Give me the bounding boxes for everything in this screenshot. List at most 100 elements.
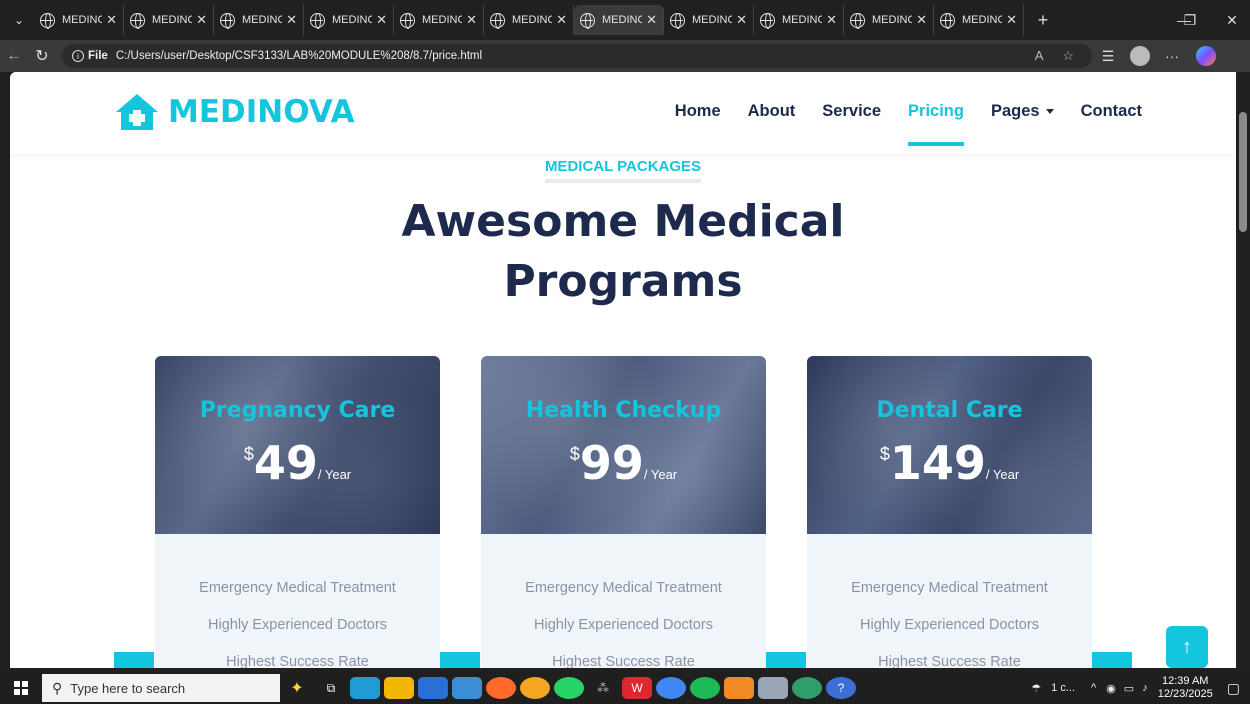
nav-link-service[interactable]: Service	[822, 102, 881, 146]
site-info-icon[interactable]: i	[72, 50, 84, 62]
browser-tab[interactable]: MEDINOVA✕	[754, 5, 844, 35]
card-title: Pregnancy Care	[199, 398, 396, 423]
browser-tab[interactable]: MEDINOVA✕	[934, 5, 1024, 35]
new-tab-button[interactable]: +	[1030, 10, 1056, 31]
close-window-button[interactable]: ✕	[1212, 0, 1250, 40]
help-icon[interactable]: ?	[826, 677, 856, 699]
globe-icon	[40, 12, 55, 29]
back-button[interactable]: ←	[0, 47, 28, 65]
back-to-top-button[interactable]: ↑	[1166, 626, 1208, 668]
section-eyebrow: MEDICAL PACKAGES	[10, 158, 1236, 183]
nav-link-contact[interactable]: Contact	[1081, 102, 1142, 146]
wps-office-icon[interactable]: W	[622, 677, 652, 699]
clock-time: 12:39 AM	[1161, 675, 1209, 687]
close-tab-icon[interactable]: ✕	[196, 12, 207, 28]
read-aloud-favorite-icons[interactable]: A ☆	[1035, 48, 1082, 64]
card-price: $149/ Year	[807, 436, 1092, 490]
close-tab-icon[interactable]: ✕	[106, 12, 117, 28]
spotify-icon[interactable]	[690, 677, 720, 699]
price-currency: $	[243, 444, 254, 464]
search-icon: ⚲	[52, 679, 63, 696]
close-tab-icon[interactable]: ✕	[286, 12, 297, 28]
firefox-icon[interactable]	[486, 677, 516, 699]
store-icon[interactable]	[418, 677, 448, 699]
nav-link-home[interactable]: Home	[675, 102, 721, 146]
card-features: Emergency Medical Treatment Highly Experi…	[481, 534, 766, 668]
windows-logo-icon	[14, 681, 28, 695]
nav-link-pages[interactable]: Pages	[991, 102, 1054, 146]
browser-tab[interactable]: MEDINOVA✕	[394, 5, 484, 35]
mail-icon[interactable]	[452, 677, 482, 699]
nav-link-about[interactable]: About	[748, 102, 796, 146]
volume-icon[interactable]: ♪	[1142, 682, 1148, 694]
weather-icon[interactable]: ☂	[1031, 682, 1041, 695]
tab-strip: ⌄ MEDINOVA✕MEDINOVA✕MEDINOVA✕MEDINOVA✕ME…	[0, 0, 1250, 40]
favorites-icon[interactable]: ☰	[1092, 48, 1124, 65]
restore-icon[interactable]: ❐	[1170, 0, 1210, 40]
app-icon-3[interactable]	[758, 677, 788, 699]
start-button[interactable]	[0, 681, 42, 695]
edge-profile-icon[interactable]	[792, 677, 822, 699]
more-menu-icon[interactable]: ···	[1156, 48, 1188, 64]
chrome-profile-icon[interactable]	[656, 677, 686, 699]
nav-link-pricing[interactable]: Pricing	[908, 102, 964, 146]
edge-icon[interactable]	[350, 677, 380, 699]
refresh-button[interactable]: ↻	[28, 46, 56, 66]
close-tab-icon[interactable]: ✕	[736, 12, 747, 28]
card-button-edge	[440, 652, 480, 668]
app-icon[interactable]: ⁂	[588, 677, 618, 699]
price-amount: 49	[253, 436, 318, 490]
task-view-icon[interactable]: ⧉	[316, 677, 346, 699]
battery-icon[interactable]: ▭	[1124, 682, 1134, 695]
browser-tab[interactable]: MEDINOVA✕	[484, 5, 574, 35]
address-scheme: File	[88, 50, 108, 62]
tab-title: MEDINOVA	[512, 14, 553, 26]
price-amount: 99	[579, 436, 644, 490]
close-tab-icon[interactable]: ✕	[1006, 12, 1017, 28]
file-explorer-icon[interactable]	[384, 677, 414, 699]
app-icon-2[interactable]	[724, 677, 754, 699]
scrollbar-thumb[interactable]	[1239, 112, 1247, 232]
section-heading: Awesome Medical Programs	[10, 192, 1236, 312]
browser-tab[interactable]: MEDINOVA✕	[124, 5, 214, 35]
browser-tab[interactable]: MEDINOVA✕	[214, 5, 304, 35]
card-title: Health Checkup	[525, 398, 722, 423]
price-amount: 149	[889, 436, 986, 490]
tab-title: MEDINOVA	[332, 14, 373, 26]
close-tab-icon[interactable]: ✕	[466, 12, 477, 28]
close-tab-icon[interactable]: ✕	[646, 12, 657, 28]
nav-link-label: Contact	[1080, 102, 1142, 120]
browser-tab[interactable]: MEDINOVA✕	[664, 5, 754, 35]
weather-text[interactable]: 1 c...	[1051, 682, 1075, 694]
clock-date: 12/23/2025	[1157, 688, 1213, 700]
tab-title: MEDINOVA	[962, 14, 1003, 26]
close-tab-icon[interactable]: ✕	[556, 12, 567, 28]
card-feature: Highest Success Rate	[226, 654, 369, 668]
brand-logo[interactable]: MEDINOVA	[114, 92, 355, 132]
browser-tab[interactable]: MEDINOVA✕	[574, 5, 664, 35]
globe-icon	[220, 12, 235, 29]
card-feature: Highest Success Rate	[878, 654, 1021, 668]
address-bar[interactable]: i File C:/Users/user/Desktop/CSF3133/LAB…	[62, 44, 1092, 68]
tab-actions-menu-button[interactable]: ⌄	[4, 5, 34, 35]
copilot-icon[interactable]	[1196, 46, 1216, 66]
nav-link-label: About	[747, 102, 796, 120]
close-tab-icon[interactable]: ✕	[916, 12, 927, 28]
card-features: Emergency Medical Treatment Highly Experi…	[155, 534, 440, 668]
taskbar-search[interactable]: ⚲ Type here to search	[42, 674, 280, 702]
close-tab-icon[interactable]: ✕	[376, 12, 387, 28]
whatsapp-icon[interactable]	[554, 677, 584, 699]
clock[interactable]: 12:39 AM 12/23/2025	[1158, 675, 1213, 701]
sparkle-icon[interactable]: ✦	[282, 677, 312, 699]
address-url: C:/Users/user/Desktop/CSF3133/LAB%20MODU…	[115, 50, 483, 62]
network-icon[interactable]: ◉	[1106, 682, 1116, 695]
tray-overflow-icon[interactable]: ^	[1091, 682, 1096, 694]
browser-tab[interactable]: MEDINOVA✕	[304, 5, 394, 35]
close-tab-icon[interactable]: ✕	[826, 12, 837, 28]
page-scrollbar[interactable]	[1236, 72, 1250, 668]
browser-tab[interactable]: MEDINOVA✕	[34, 5, 124, 35]
notifications-icon[interactable]: ▢	[1227, 680, 1240, 697]
chrome-icon[interactable]	[520, 677, 550, 699]
profile-avatar[interactable]	[1130, 46, 1150, 66]
browser-tab[interactable]: MEDINOVA✕	[844, 5, 934, 35]
